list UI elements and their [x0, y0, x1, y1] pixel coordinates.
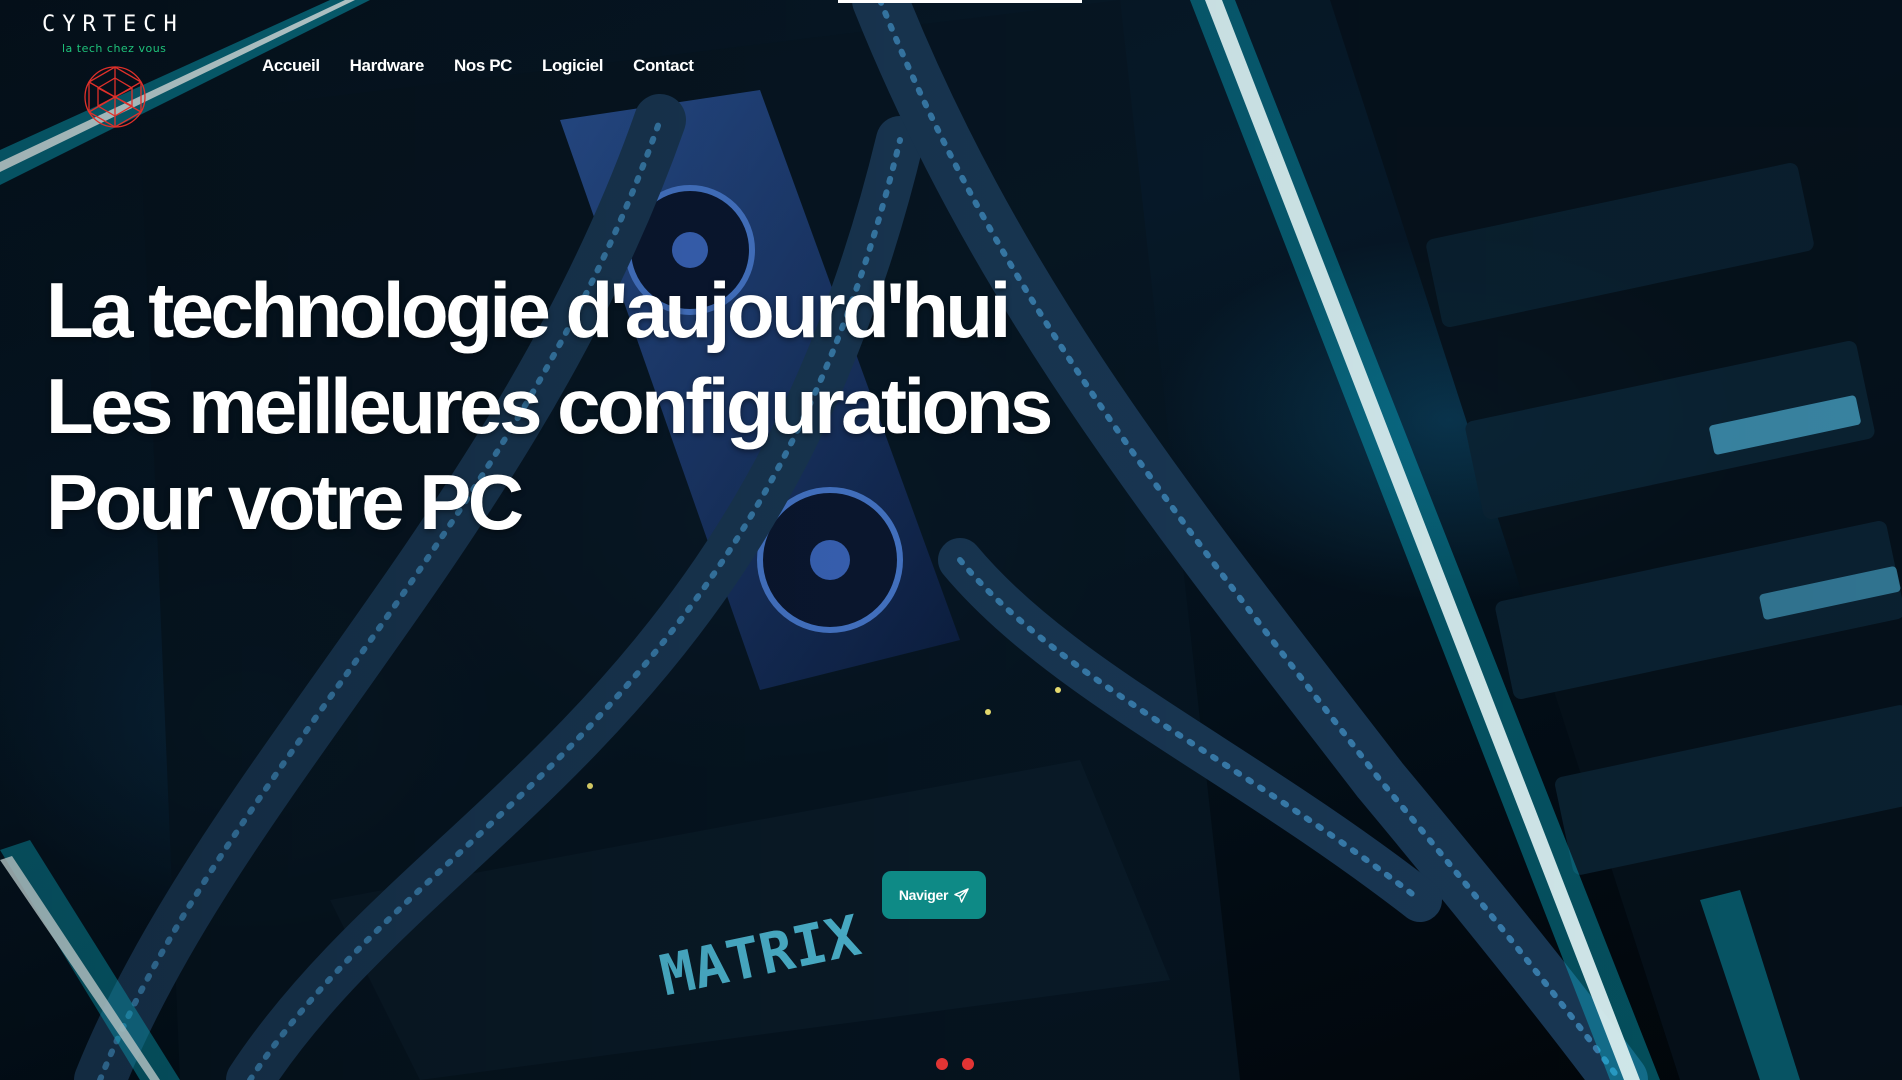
brand-tagline: la tech chez vous	[62, 42, 167, 55]
nav-item-nos-pc[interactable]: Nos PC	[454, 56, 512, 76]
brand-name: CYRTECH	[42, 12, 184, 37]
brand-logo-block[interactable]: CYRTECH la tech chez vous	[42, 12, 202, 132]
hero-line-2: Les meilleures configurations	[46, 362, 1053, 450]
hero-headline: La technologie d'aujourd'hui Les meilleu…	[46, 262, 1053, 550]
hero-line-3: Pour votre PC	[46, 458, 524, 546]
naviger-button[interactable]: Naviger	[882, 871, 986, 919]
nav-item-hardware[interactable]: Hardware	[350, 56, 425, 76]
red-geodesic-sphere-icon	[84, 66, 146, 128]
hero-section: MATRIX CYRTECH	[0, 0, 1902, 1080]
hero-line-1: La technologie d'aujourd'hui	[46, 266, 1011, 354]
naviger-button-label: Naviger	[898, 887, 949, 903]
top-indicator-bar	[838, 0, 1082, 3]
main-nav: Accueil Hardware Nos PC Logiciel Contact	[262, 56, 694, 76]
nav-item-accueil[interactable]: Accueil	[262, 56, 320, 76]
paper-plane-icon	[954, 887, 969, 903]
nav-item-contact[interactable]: Contact	[633, 56, 694, 76]
nav-item-logiciel[interactable]: Logiciel	[542, 56, 603, 76]
